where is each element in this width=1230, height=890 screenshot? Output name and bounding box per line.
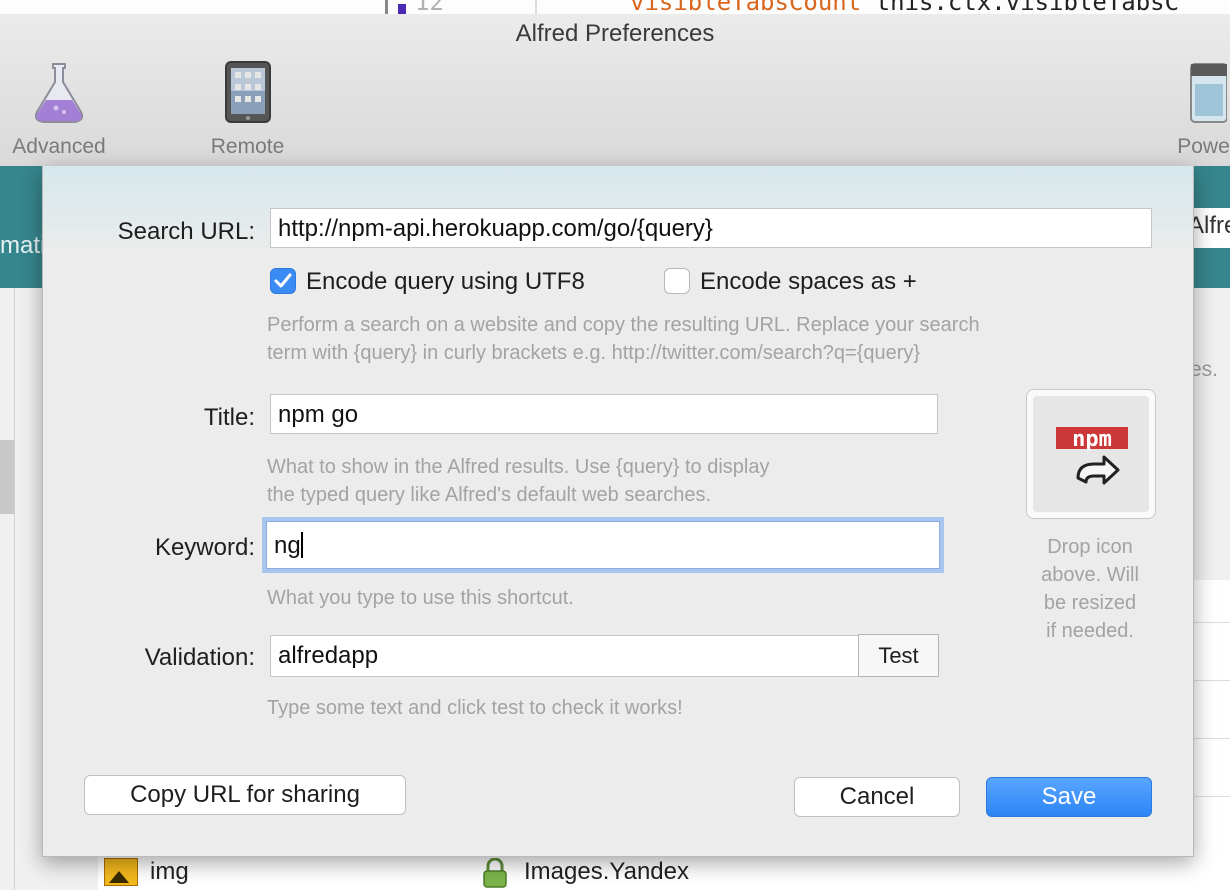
title-label: Title:: [203, 404, 255, 431]
copy-url-button[interactable]: Copy URL for sharing: [84, 775, 406, 815]
help-line: term with {query} in curly brackets e.g.…: [267, 342, 921, 364]
keyword-label: Keyword:: [154, 534, 255, 561]
search-url-help: Perform a search on a website and copy t…: [267, 311, 1167, 367]
keyword-input[interactable]: ng: [266, 521, 940, 569]
help-line: if needed.: [1046, 620, 1134, 642]
cancel-button[interactable]: Cancel: [794, 777, 960, 817]
keyword-value: ng: [274, 532, 301, 559]
row-site: Images.Yandex: [524, 858, 689, 885]
toolbar-item-label: Advanced: [12, 135, 106, 158]
help-line: What to show in the Alfred results. Use …: [267, 456, 770, 478]
powerpack-icon: [1190, 63, 1228, 123]
toolbar-item-label: Remote: [210, 135, 285, 158]
text-caret: [300, 532, 303, 558]
encode-utf8-label: Encode query using UTF8: [306, 268, 585, 295]
icon-drop-help: Drop icon above. Will be resized if need…: [1013, 533, 1167, 645]
tablet-icon: [224, 61, 271, 123]
background-row-divider: [1192, 738, 1230, 739]
help-line: above. Will: [1041, 564, 1139, 586]
help-line: Drop icon: [1047, 536, 1133, 558]
background-header-text: mati: [0, 232, 46, 259]
keyword-help: What you type to use this shortcut.: [267, 587, 574, 609]
toolbar-item-label: Power: [1177, 135, 1230, 158]
background-row-divider: [1192, 622, 1230, 623]
validation-label: Validation:: [144, 644, 255, 671]
window-title: Alfred Preferences: [515, 20, 715, 47]
row-name: img: [150, 858, 189, 885]
search-url-label: Search URL:: [117, 218, 255, 245]
background-row-divider: [1192, 796, 1230, 797]
help-line: be resized: [1043, 592, 1137, 614]
encode-spaces-checkbox[interactable]: [664, 268, 690, 294]
preferences-toolbar: Alfred Preferences Advanced Remote Power: [0, 14, 1230, 167]
icon-well-inner: npm: [1033, 396, 1149, 512]
toolbar-item-advanced[interactable]: Advanced: [4, 60, 114, 159]
validation-input[interactable]: alfredapp: [270, 635, 860, 677]
table-row[interactable]: img Images.Yandex: [98, 854, 1230, 890]
toolbar-item-remote[interactable]: Remote: [195, 60, 300, 159]
search-url-input[interactable]: http://npm-api.herokuapp.com/go/{query}: [270, 208, 1152, 248]
background-column-divider: [14, 288, 15, 890]
background-row-divider: [1192, 680, 1230, 681]
flask-icon: [34, 63, 84, 123]
title-help: What to show in the Alfred results. Use …: [267, 453, 987, 509]
help-line: Perform a search on a website and copy t…: [267, 314, 980, 336]
checkmark-icon: [274, 273, 292, 288]
title-input[interactable]: npm go: [270, 394, 938, 434]
npm-badge-text: npm: [1072, 427, 1112, 452]
background-text: es.: [1190, 358, 1219, 381]
toolbar-item-powerpack[interactable]: Power: [1162, 60, 1230, 159]
encode-utf8-checkbox[interactable]: [270, 268, 296, 294]
save-button[interactable]: Save: [986, 777, 1152, 817]
npm-icon: npm: [1056, 427, 1128, 485]
breakpoint-marker: [398, 4, 406, 14]
image-icon: [104, 858, 138, 886]
icon-drop-well[interactable]: npm: [1026, 389, 1156, 519]
encode-spaces-label: Encode spaces as +: [700, 268, 917, 295]
background-selected-item: [0, 440, 14, 514]
lock-icon: [483, 858, 507, 888]
help-line: the typed query like Alfred's default we…: [267, 484, 712, 506]
test-button[interactable]: Test: [858, 634, 939, 677]
validation-help: Type some text and click test to check i…: [267, 697, 683, 719]
web-search-sheet: Search URL: http://npm-api.herokuapp.com…: [42, 166, 1194, 857]
